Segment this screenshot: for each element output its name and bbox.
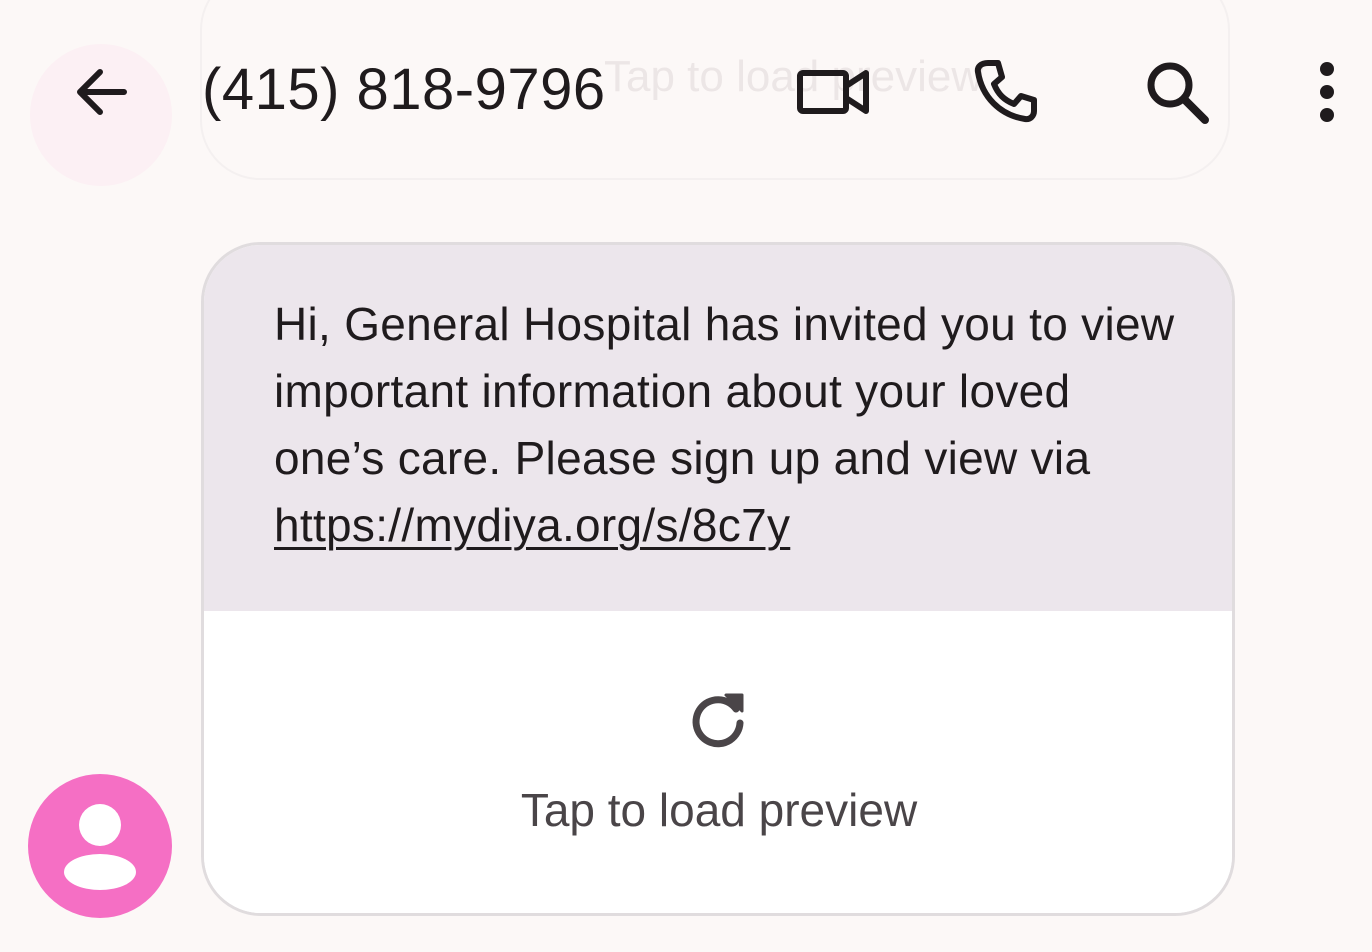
search-button[interactable] [1134,50,1220,134]
phone-icon [974,60,1037,123]
refresh-icon [692,693,744,748]
video-camera-icon [797,70,869,114]
more-options-button[interactable] [1296,50,1358,134]
message-bubble[interactable]: Hi, General Hospital has invited you to … [201,242,1235,916]
message-link[interactable]: https://mydiya.org/s/8c7y [274,499,790,551]
tap-to-load-preview-label: Tap to load preview [520,784,918,836]
more-vertical-icon [1320,62,1334,122]
sender-avatar[interactable] [28,774,172,918]
arrow-left-icon [77,69,127,115]
video-call-button[interactable] [790,50,876,134]
back-button[interactable] [60,50,144,134]
conversation-header: (415) 818-9796 [0,0,1372,180]
contact-title[interactable]: (415) 818-9796 [202,52,606,128]
link-preview-card[interactable]: Tap to load preview [204,611,1232,913]
person-icon [64,804,136,890]
search-icon [1147,62,1209,124]
message-text: Hi, General Hospital has invited you to … [274,298,1175,484]
message-body: Hi, General Hospital has invited you to … [274,291,1194,559]
voice-call-button[interactable] [962,50,1048,134]
message-text-area: Hi, General Hospital has invited you to … [204,245,1232,611]
